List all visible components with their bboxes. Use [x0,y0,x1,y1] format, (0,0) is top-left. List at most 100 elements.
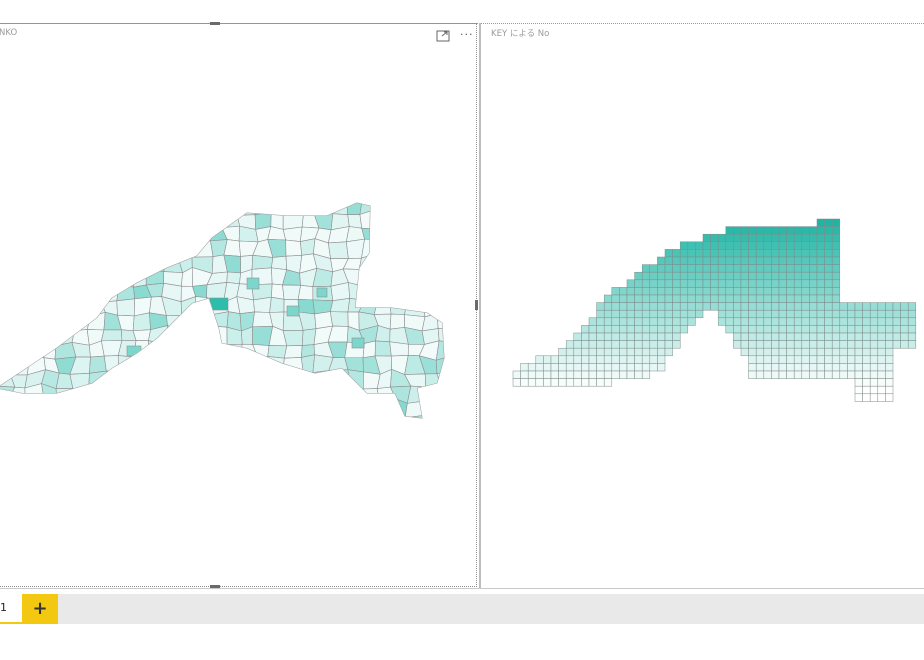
resize-handle-right[interactable] [475,300,478,310]
grid-cell[interactable] [885,340,894,349]
grid-cell[interactable] [786,241,795,250]
grid-cell[interactable] [748,302,757,311]
grid-cell[interactable] [831,241,841,250]
grid-cell[interactable] [763,340,772,349]
grid-cell[interactable] [755,370,765,379]
grid-cell[interactable] [535,363,544,372]
grid-cell[interactable] [793,317,803,326]
grid-cell[interactable] [733,241,742,250]
grid-cell[interactable] [854,370,863,379]
grid-cell[interactable] [634,370,643,379]
grid-cell[interactable] [763,264,772,273]
grid-cell[interactable] [717,287,727,296]
grid-cell[interactable] [771,241,780,250]
grid-cell[interactable] [786,355,795,364]
grid-cell[interactable] [839,347,848,357]
grid-cell[interactable] [702,264,711,273]
grid-cell[interactable] [824,347,833,357]
grid-cell[interactable] [816,347,825,357]
grid-cell[interactable] [657,309,666,319]
grid-cell[interactable] [672,302,681,311]
grid-cell[interactable] [801,279,810,288]
map-region[interactable] [9,211,30,227]
grid-cell[interactable] [679,249,689,258]
grid-cell[interactable] [885,325,894,334]
grid-cell[interactable] [831,309,841,319]
map-region[interactable] [437,327,455,344]
map-region[interactable] [222,354,241,374]
grid-cell[interactable] [831,340,841,349]
map-region[interactable] [405,254,421,274]
grid-cell[interactable] [900,302,909,311]
grid-cell[interactable] [862,378,871,387]
grid-cell[interactable] [809,325,818,334]
grid-cell[interactable] [603,302,613,311]
grid-cell[interactable] [619,332,628,341]
grid-cell[interactable] [854,317,863,326]
grid-cell[interactable] [603,340,613,349]
grid-cell[interactable] [778,233,787,243]
grid-cell[interactable] [657,279,666,288]
grid-cell[interactable] [778,332,787,341]
grid-cell[interactable] [717,241,727,250]
grid-cell[interactable] [679,264,689,273]
grid-cell[interactable] [634,279,643,288]
grid-cell[interactable] [869,347,879,357]
grid-cell[interactable] [862,355,871,364]
grid-cell[interactable] [672,340,681,349]
grid-cell[interactable] [710,241,719,250]
grid-cell[interactable] [824,363,833,372]
map-region[interactable] [103,196,121,215]
map-region[interactable] [407,284,426,302]
grid-cell[interactable] [862,385,871,395]
grid-cell[interactable] [710,302,719,311]
grid-cell[interactable] [854,347,863,357]
grid-cell[interactable] [755,332,765,341]
grid-cell[interactable] [641,355,651,364]
grid-cell[interactable] [831,249,841,258]
map-region[interactable] [178,398,195,418]
map-region[interactable] [26,210,42,226]
grid-cell[interactable] [816,340,825,349]
grid-cell[interactable] [824,340,833,349]
grid-cell[interactable] [809,279,818,288]
map-region[interactable] [282,372,304,386]
grid-cell[interactable] [672,256,681,265]
map-region[interactable] [195,314,209,332]
grid-cell[interactable] [611,363,620,372]
map-region[interactable] [435,416,454,432]
map-region[interactable] [419,254,438,270]
grid-cell[interactable] [862,309,871,319]
map-region[interactable] [40,310,62,331]
map-region[interactable] [176,314,199,332]
grid-cell[interactable] [801,264,810,273]
map-region-highlight[interactable] [316,287,328,298]
grid-cell[interactable] [687,294,696,303]
grid-cell[interactable] [892,332,901,341]
grid-cell[interactable] [611,317,620,326]
map-region[interactable] [206,211,226,228]
grid-cell[interactable] [869,363,879,372]
grid-cell[interactable] [565,355,575,364]
grid-cell[interactable] [831,271,841,281]
map-region[interactable] [193,397,213,415]
grid-cell[interactable] [679,241,689,250]
grid-cell[interactable] [854,378,863,387]
grid-cell[interactable] [664,294,673,303]
grid-cell[interactable] [641,317,651,326]
grid-cell[interactable] [672,249,681,258]
map-region[interactable] [131,383,153,402]
map-region[interactable] [69,239,90,258]
grid-cell[interactable] [740,317,749,326]
grid-cell[interactable] [793,241,803,250]
grid-cell[interactable] [839,340,848,349]
grid-cell[interactable] [687,279,696,288]
grid-cell[interactable] [588,363,597,372]
grid-cell[interactable] [657,332,666,341]
grid-cell[interactable] [793,363,803,372]
grid-cell[interactable] [664,325,673,334]
grid-cell[interactable] [831,370,841,379]
map-region[interactable] [9,268,28,288]
grid-cell[interactable] [809,302,818,311]
map-region[interactable] [179,368,199,388]
